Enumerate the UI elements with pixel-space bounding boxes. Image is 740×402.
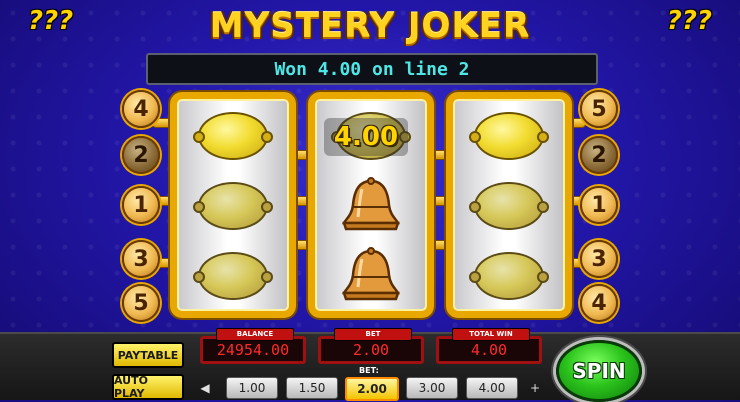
reel-cell (453, 101, 565, 171)
line-marker-right: 3 (580, 240, 618, 278)
paytable-button[interactable]: PAYTABLE (112, 342, 184, 368)
reel-1 (170, 92, 296, 318)
lemon-icon (193, 112, 273, 160)
bet-decrease-icon[interactable]: ◀ (198, 380, 212, 396)
bet-option[interactable]: 1.00 (226, 377, 278, 399)
reel-cell (177, 171, 289, 241)
game-title: MYSTERY JOKER (209, 6, 531, 46)
win-message: Won 4.00 on line 2 (146, 53, 598, 85)
bell-icon (336, 247, 406, 305)
reel-cell (315, 241, 427, 311)
total-win-display: 4.00 TOTAL WIN (436, 328, 544, 364)
total-win-label: TOTAL WIN (452, 328, 530, 341)
autoplay-button[interactable]: AUTO PLAY (112, 374, 184, 400)
lemon-icon (193, 182, 273, 230)
bet-option[interactable]: 1.50 (286, 377, 338, 399)
bet-display: 2.00 BET (318, 328, 426, 364)
line-marker-left-active: 2 (122, 136, 160, 174)
bet-option[interactable]: 4.00 (466, 377, 518, 399)
reel-cell (177, 101, 289, 171)
lemon-icon (469, 112, 549, 160)
reel-cell (453, 241, 565, 311)
line-win-amount: 4.00 (324, 118, 408, 156)
reel-cell (177, 241, 289, 311)
bell-icon (336, 177, 406, 235)
lemon-icon (469, 182, 549, 230)
reel-cell (453, 171, 565, 241)
bet-selector-label: BET: (359, 366, 379, 375)
line-marker-right: 1 (580, 186, 618, 224)
spin-button[interactable]: SPIN (556, 340, 642, 402)
line-marker-left: 3 (122, 240, 160, 278)
reel-cell (315, 171, 427, 241)
line-marker-right: 4 (580, 284, 618, 322)
bet-option[interactable]: 3.00 (406, 377, 458, 399)
bet-increase-icon[interactable]: + (528, 380, 542, 396)
balance-display: 24954.00 BALANCE (200, 328, 308, 364)
line-marker-left: 5 (122, 284, 160, 322)
bet-option-selected[interactable]: 2.00 (345, 377, 399, 401)
lemon-icon (469, 252, 549, 300)
bet-label: BET (334, 328, 412, 341)
line-marker-left: 1 (122, 186, 160, 224)
line-marker-right: 5 (580, 90, 618, 128)
lemon-icon (193, 252, 273, 300)
balance-label: BALANCE (216, 328, 294, 341)
line-marker-right-active: 2 (580, 136, 618, 174)
line-marker-left: 4 (122, 90, 160, 128)
reel-3 (446, 92, 572, 318)
